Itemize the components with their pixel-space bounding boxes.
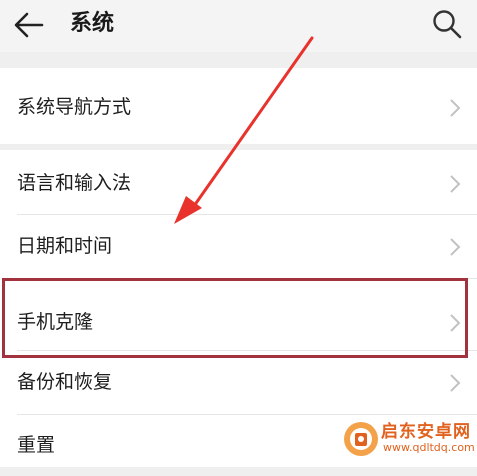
settings-item-label: 语言和输入法 — [17, 172, 132, 194]
settings-item-label: 手机克隆 — [17, 311, 94, 333]
page-title: 系统 — [70, 11, 115, 36]
settings-item-system-navigation[interactable]: 系统导航方式 — [0, 76, 477, 138]
chevron-right-icon — [450, 99, 461, 117]
chevron-right-icon — [450, 175, 461, 193]
settings-item-label: 系统导航方式 — [17, 96, 132, 118]
divider — [17, 278, 477, 279]
chevron-right-icon — [450, 374, 461, 392]
chevron-right-icon — [450, 314, 461, 332]
app-header: 系统 — [0, 0, 477, 52]
settings-item-date-time[interactable]: 日期和时间 — [0, 215, 477, 277]
settings-item-phone-clone[interactable]: 手机克隆 — [0, 291, 477, 353]
settings-item-label: 日期和时间 — [17, 235, 113, 257]
back-arrow-icon[interactable] — [12, 10, 46, 40]
settings-item-label: 备份和恢复 — [17, 371, 113, 393]
chevron-right-icon — [450, 238, 461, 256]
watermark-url: www.qdltdq.com — [383, 441, 475, 454]
settings-group-navigation: 系统导航方式 — [0, 68, 477, 144]
search-icon[interactable] — [431, 8, 463, 40]
watermark-logo-icon — [344, 422, 378, 456]
settings-item-language-input[interactable]: 语言和输入法 — [0, 152, 477, 214]
watermark: 启东安卓网 www.qdltdq.com — [341, 411, 475, 463]
watermark-name: 启东安卓网 — [381, 422, 471, 442]
settings-item-backup-restore[interactable]: 备份和恢复 — [0, 351, 477, 413]
